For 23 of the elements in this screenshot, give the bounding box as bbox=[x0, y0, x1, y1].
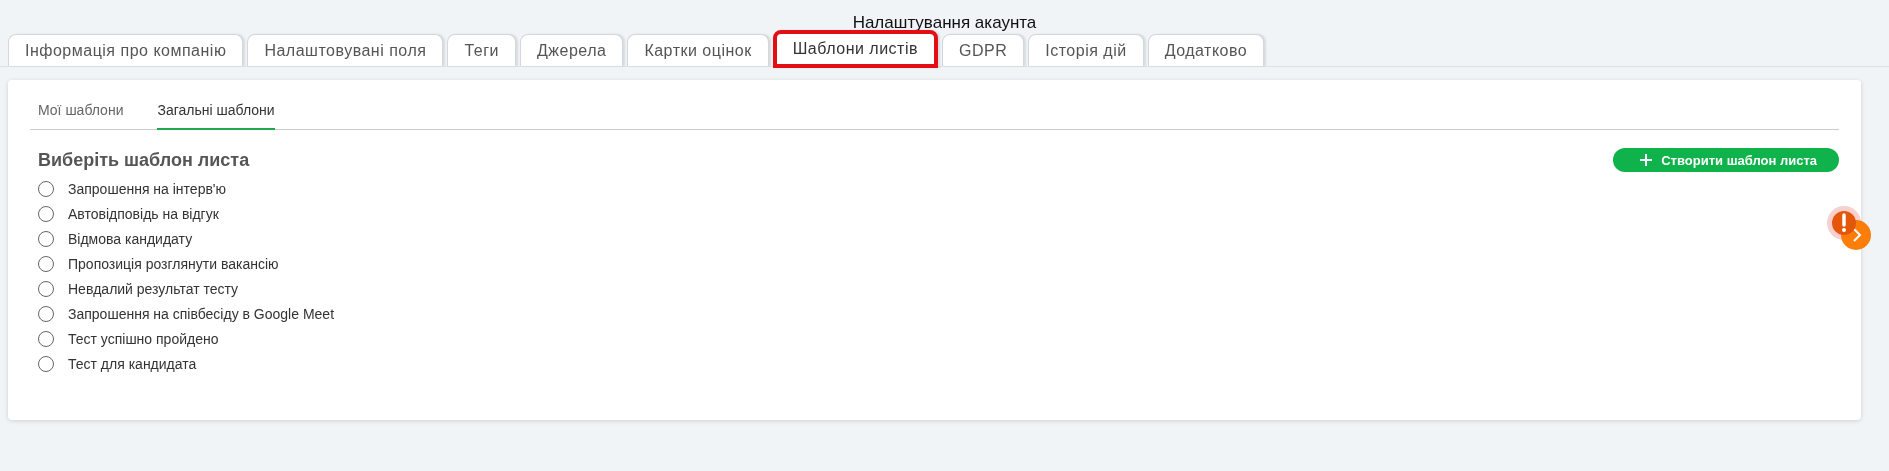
tab[interactable]: Додатково bbox=[1147, 34, 1265, 66]
template-label: Пропозиція розглянути вакансію bbox=[68, 255, 279, 272]
template-label: Тест успішно пройдено bbox=[68, 330, 219, 347]
subtab[interactable]: Загальні шаблони bbox=[157, 94, 275, 130]
tab[interactable]: Налаштовувані поля bbox=[247, 34, 444, 66]
alert-badge-icon[interactable] bbox=[1826, 205, 1872, 251]
tab[interactable]: Джерела bbox=[519, 34, 624, 66]
tab[interactable]: GDPR bbox=[942, 34, 1025, 66]
template-label: Автовідповідь на відгук bbox=[68, 205, 219, 222]
tab[interactable]: Картки оцінок bbox=[627, 34, 769, 66]
tab[interactable]: Шаблони листів bbox=[772, 30, 938, 68]
subtab[interactable]: Мої шаблони bbox=[38, 94, 124, 130]
plus-icon bbox=[1639, 153, 1654, 167]
template-label: Запрошення на співбесіду в Google Meet bbox=[68, 305, 335, 322]
tab[interactable]: Історія дій bbox=[1028, 34, 1144, 66]
tab[interactable]: Теги bbox=[447, 34, 516, 66]
tab[interactable]: Інформація про компанію bbox=[8, 34, 244, 66]
template-label: Запрошення на інтерв'ю bbox=[68, 180, 227, 197]
template-label: Невдалий результат тесту bbox=[68, 280, 239, 297]
template-label: Відмова кандидату bbox=[68, 230, 193, 247]
window-title: Налаштування акаунта bbox=[851, 12, 1038, 32]
template-label: Тест для кандидата bbox=[68, 355, 197, 372]
section-heading: Виберіть шаблон листа bbox=[38, 149, 250, 171]
